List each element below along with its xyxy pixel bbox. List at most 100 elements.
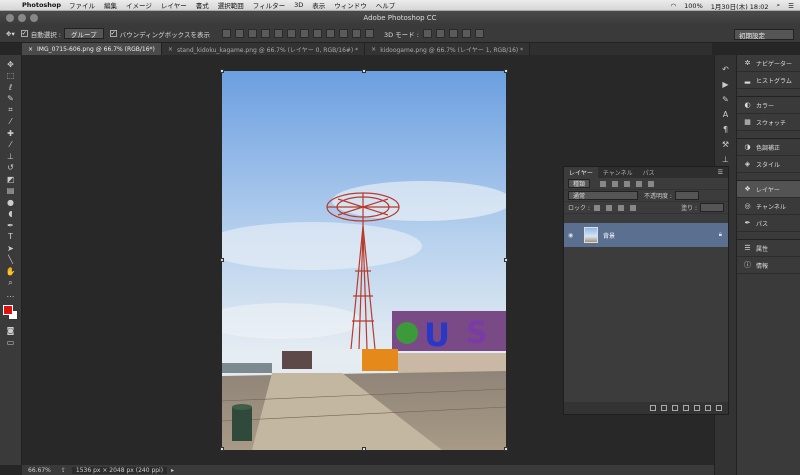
slide-3d-button[interactable] (461, 29, 471, 38)
pan-3d-button[interactable] (448, 29, 458, 38)
panel-histogram[interactable]: ▂ ヒストグラム (737, 72, 800, 89)
document-image[interactable]: U S (222, 71, 506, 450)
tab-channels[interactable]: チャンネル (598, 167, 638, 178)
align-top-button[interactable] (221, 29, 231, 38)
brush-tool-icon[interactable]: ⁄ (4, 140, 18, 151)
close-icon[interactable]: × (168, 46, 173, 53)
visibility-eye-icon[interactable]: ◉ (568, 232, 578, 239)
panel-properties[interactable]: ☰ 属性 (737, 240, 800, 257)
filter-adjustment-icon[interactable] (612, 180, 619, 187)
layer-style-icon[interactable] (661, 405, 667, 411)
panel-layers[interactable]: ❖ レイヤー (737, 181, 800, 198)
menu-layer[interactable]: レイヤー (161, 0, 187, 10)
panel-color[interactable]: ◐ カラー (737, 97, 800, 114)
panel-adjustments[interactable]: ◑ 色調補正 (737, 139, 800, 156)
marquee-tool-icon[interactable]: ⬚ (4, 71, 18, 82)
close-icon[interactable]: × (28, 46, 33, 53)
lock-all-icon[interactable] (629, 204, 636, 211)
menu-file[interactable]: ファイル (69, 0, 95, 10)
panel-channels[interactable]: ◎ チャンネル (737, 198, 800, 215)
roll-3d-button[interactable] (435, 29, 445, 38)
panel-paths[interactable]: ✒ パス (737, 215, 800, 232)
crop-tool-icon[interactable]: ⌗ (4, 105, 18, 116)
move-tool-icon[interactable]: ✥ (4, 59, 18, 70)
tab-layers[interactable]: レイヤー (564, 167, 598, 178)
hand-tool-icon[interactable]: ✋ (4, 266, 18, 277)
align-right-button[interactable] (286, 29, 296, 38)
wifi-icon[interactable]: ◠ (670, 2, 676, 10)
tab-document-3[interactable]: × kidoogame.png @ 66.7% (レイヤー 1, RGB/16) … (365, 43, 531, 55)
close-window-button[interactable] (6, 14, 14, 22)
menu-type[interactable]: 書式 (196, 0, 209, 10)
opacity-field[interactable] (674, 191, 699, 200)
spotlight-icon[interactable]: ⌕ (777, 1, 781, 10)
close-icon[interactable]: × (371, 46, 376, 53)
filter-type-icon[interactable] (624, 180, 631, 187)
panel-info[interactable]: ⓘ 情報 (737, 257, 800, 274)
menu-select[interactable]: 選択範囲 (218, 0, 244, 10)
new-group-icon[interactable] (694, 405, 700, 411)
orbit-3d-button[interactable] (422, 29, 432, 38)
eraser-tool-icon[interactable]: ◩ (4, 174, 18, 185)
tab-document-1[interactable]: × IMG_0715-606.png @ 66.7% (RGB/16*) (22, 43, 162, 55)
transform-handle[interactable] (220, 69, 224, 73)
new-layer-icon[interactable] (705, 405, 711, 411)
more-tools-icon[interactable]: … (4, 289, 18, 300)
dodge-tool-icon[interactable]: ◖ (4, 209, 18, 220)
align-vcenter-button[interactable] (234, 29, 244, 38)
info-arrow-icon[interactable]: ▸ (171, 467, 174, 474)
path-select-tool-icon[interactable]: ➤ (4, 243, 18, 254)
distribute-bottom-button[interactable] (325, 29, 335, 38)
tab-paths[interactable]: パス (638, 167, 660, 178)
zoom-level[interactable]: 66.67% (28, 467, 51, 474)
pen-tool-icon[interactable]: ✒ (4, 220, 18, 231)
lock-position-icon[interactable] (617, 204, 624, 211)
clone-source-icon[interactable]: ⊥ (720, 153, 732, 165)
panel-menu-icon[interactable]: ☰ (713, 167, 728, 178)
transform-handle[interactable] (504, 447, 508, 451)
link-layers-icon[interactable] (650, 405, 656, 411)
add-mask-icon[interactable] (672, 405, 678, 411)
panel-styles[interactable]: ◈ スタイル (737, 156, 800, 173)
menu-edit[interactable]: 編集 (104, 0, 117, 10)
lock-image-icon[interactable] (605, 204, 612, 211)
type-tool-icon[interactable]: T (4, 232, 18, 243)
move-tool-preset[interactable]: ✥▾ (6, 30, 15, 38)
tool-presets-icon[interactable]: ⚒ (720, 138, 732, 150)
scale-3d-button[interactable] (474, 29, 484, 38)
minimize-window-button[interactable] (18, 14, 26, 22)
gradient-tool-icon[interactable]: ▤ (4, 186, 18, 197)
transform-handle[interactable] (504, 258, 508, 262)
distribute-right-button[interactable] (364, 29, 374, 38)
eyedropper-tool-icon[interactable]: ⁄ (4, 117, 18, 128)
healing-brush-tool-icon[interactable]: ✚ (4, 128, 18, 139)
app-menu[interactable]: Photoshop (22, 1, 61, 9)
blend-mode-dropdown[interactable]: 通常 (568, 191, 638, 200)
tab-document-2[interactable]: × stand_kidoku_kagame.png @ 66.7% (レイヤー 0… (161, 43, 366, 55)
menu-filter[interactable]: フィルター (253, 0, 285, 10)
menu-3d[interactable]: 3D (294, 1, 303, 9)
foreground-color-swatch[interactable] (2, 304, 13, 315)
transform-handle[interactable] (504, 69, 508, 73)
distribute-hcenter-button[interactable] (351, 29, 361, 38)
shape-tool-icon[interactable]: ╲ (4, 255, 18, 266)
transform-handle[interactable] (362, 447, 366, 451)
align-bottom-button[interactable] (247, 29, 257, 38)
adjustment-layer-icon[interactable] (683, 405, 689, 411)
distribute-top-button[interactable] (299, 29, 309, 38)
clone-stamp-tool-icon[interactable]: ⊥ (4, 151, 18, 162)
distribute-vcenter-button[interactable] (312, 29, 322, 38)
menu-help[interactable]: ヘルプ (376, 0, 396, 10)
move-tool-icon[interactable]: ✥▾ (6, 30, 15, 38)
layer-kind-dropdown[interactable]: 種類 (568, 179, 591, 188)
document-info[interactable]: 1536 px × 2048 px (240 ppi) (71, 466, 168, 474)
filter-smart-icon[interactable] (648, 180, 655, 187)
zoom-tool-icon[interactable]: ⌕ (4, 278, 18, 289)
auto-select-dropdown[interactable]: グループ (63, 28, 104, 39)
quick-select-tool-icon[interactable]: ✎ (4, 94, 18, 105)
menu-image[interactable]: イメージ (126, 0, 152, 10)
transform-handle[interactable] (220, 258, 224, 262)
zoom-window-button[interactable] (30, 14, 38, 22)
panel-navigator[interactable]: ✲ ナビゲーター (737, 55, 800, 72)
color-swatches[interactable] (2, 304, 19, 321)
